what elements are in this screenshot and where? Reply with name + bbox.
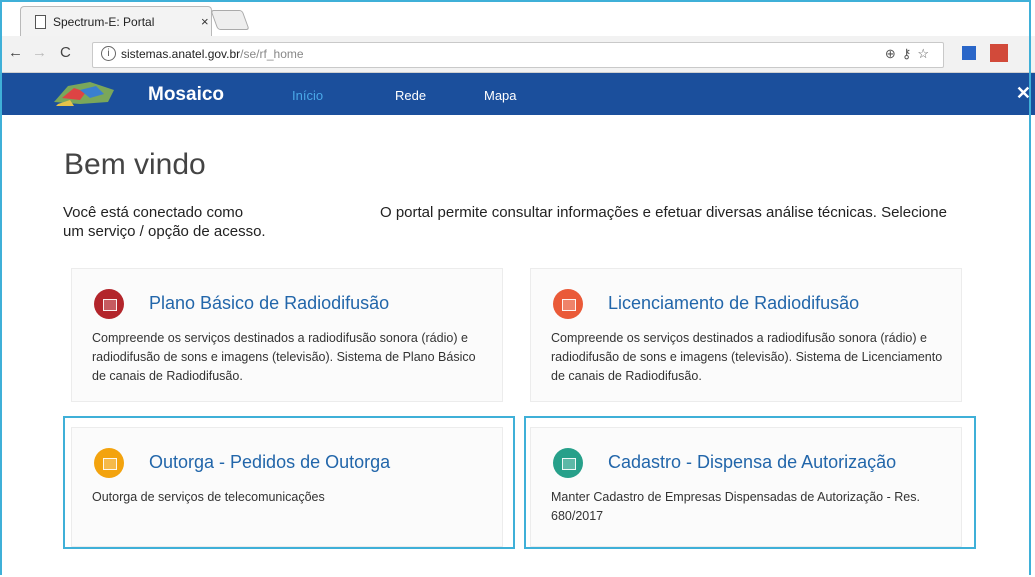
screenshot-frame xyxy=(0,0,1031,575)
